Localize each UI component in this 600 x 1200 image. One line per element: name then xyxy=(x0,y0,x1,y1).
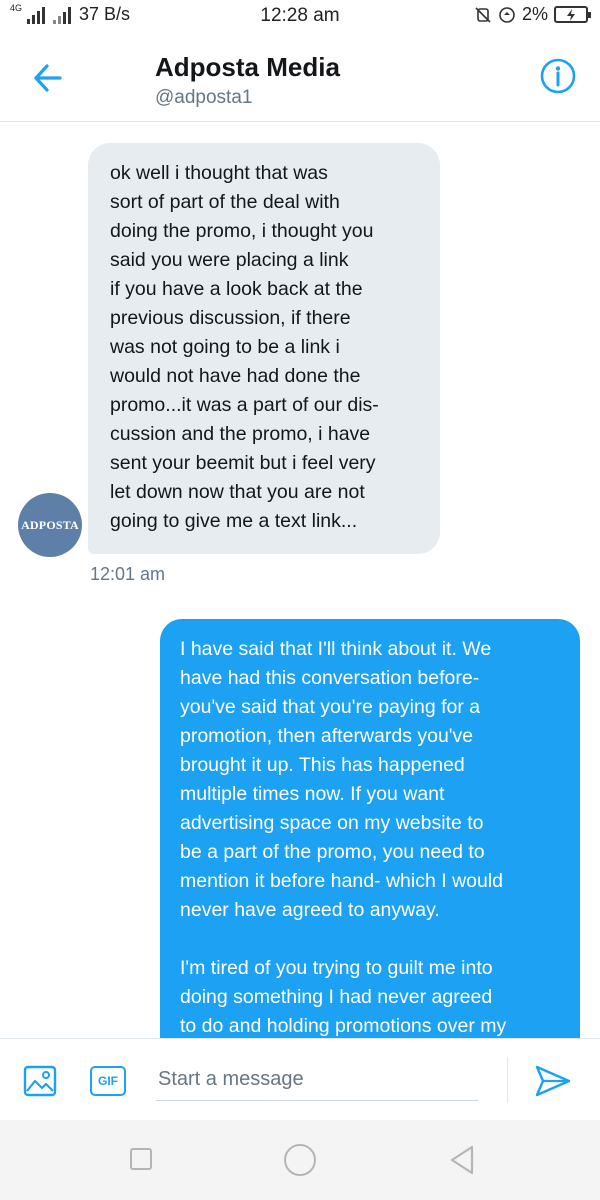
gif-label: GIF xyxy=(98,1074,118,1088)
image-icon xyxy=(23,1065,57,1097)
conversation-title-block[interactable]: Adposta Media @adposta1 xyxy=(155,52,340,109)
info-icon xyxy=(540,58,576,94)
status-bar: 4G 37 B/s 12:28 am 2% xyxy=(0,0,600,32)
status-right: 2% xyxy=(474,4,591,25)
arrow-left-icon xyxy=(34,64,62,92)
circle-icon[interactable] xyxy=(284,1144,316,1176)
conversation-title: Adposta Media xyxy=(155,52,340,82)
outgoing-message-bubble[interactable]: I have said that I'll think about it. We… xyxy=(160,619,580,1038)
message-timestamp: 12:01 am xyxy=(90,564,166,584)
data-saver-icon xyxy=(499,6,515,23)
back-button[interactable] xyxy=(28,58,68,98)
conversation-handle: @adposta1 xyxy=(155,87,253,108)
avatar[interactable]: ADPOSTA xyxy=(18,493,82,557)
square-icon[interactable] xyxy=(130,1148,152,1170)
battery-icon xyxy=(554,6,591,23)
add-image-button[interactable] xyxy=(22,1063,58,1099)
info-button[interactable] xyxy=(538,56,578,96)
dm-screen: 4G 37 B/s 12:28 am 2% Adposta Media @adp… xyxy=(0,0,600,1200)
triangle-back-icon[interactable] xyxy=(448,1144,476,1176)
message-list[interactable]: ok well i thought that was sort of part … xyxy=(0,123,600,1038)
message-input[interactable] xyxy=(156,1059,478,1101)
mute-vibrate-icon xyxy=(475,6,491,23)
battery-percent: 2% xyxy=(521,4,548,24)
message-composer: GIF xyxy=(0,1038,600,1120)
send-button[interactable] xyxy=(534,1063,572,1099)
gif-button[interactable]: GIF xyxy=(90,1066,126,1096)
avatar-logo-text: ADPOSTA xyxy=(21,517,79,532)
send-icon xyxy=(535,1065,571,1097)
incoming-message-bubble[interactable]: ok well i thought that was sort of part … xyxy=(88,143,440,554)
composer-divider xyxy=(507,1057,508,1103)
system-nav-bar xyxy=(0,1120,600,1200)
conversation-header: Adposta Media @adposta1 xyxy=(0,32,600,122)
